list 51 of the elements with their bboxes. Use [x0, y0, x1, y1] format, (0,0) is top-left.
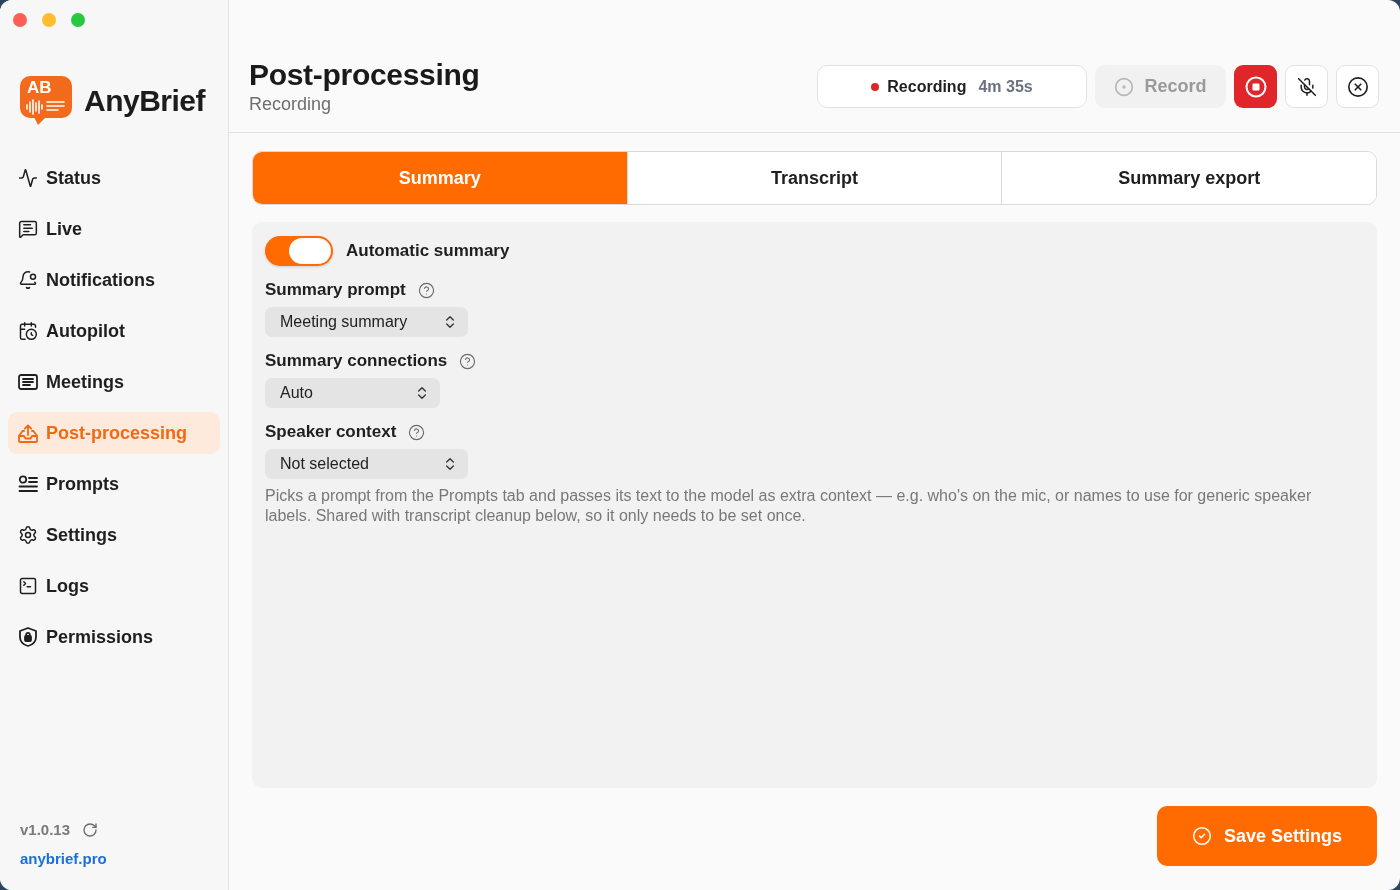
mic-off-icon	[1296, 76, 1317, 97]
page-title: Post-processing	[249, 57, 480, 93]
select-field[interactable]: Not selected	[265, 449, 468, 479]
settings-icon	[18, 525, 38, 545]
mute-button[interactable]	[1285, 65, 1328, 108]
app-logo-icon	[20, 76, 72, 125]
sidebar-item[interactable]: Live	[8, 208, 220, 250]
pulse-icon	[18, 168, 38, 188]
sidebar-item[interactable]: Permissions	[8, 616, 220, 658]
tab[interactable]: Summary export	[1001, 152, 1376, 204]
list-icon	[18, 374, 38, 390]
sidebar-item[interactable]: Settings	[8, 514, 220, 556]
terminal-icon	[18, 576, 38, 596]
website-link[interactable]: anybrief.pro	[20, 847, 107, 870]
shield-lock-icon	[19, 627, 37, 647]
close-icon	[1346, 75, 1369, 98]
field-label: Speaker context	[265, 421, 397, 444]
field-label: Summary connections	[265, 350, 448, 373]
toggle-label: Automatic summary	[346, 240, 510, 263]
chat-bubble-icon	[18, 219, 38, 239]
logo-lettering: AB	[27, 79, 52, 97]
help-icon[interactable]	[417, 281, 435, 299]
tray-upload-icon	[18, 423, 38, 443]
bell-icon	[18, 270, 38, 290]
elapsed-time: 4m 35s	[978, 76, 1033, 97]
stop-icon	[1244, 75, 1267, 98]
help-icon[interactable]	[408, 423, 426, 441]
record-icon	[1114, 76, 1135, 97]
version-label: v1.0.13	[20, 820, 71, 840]
calendar-clock-icon	[18, 321, 38, 341]
sidebar-item[interactable]: Meetings	[8, 361, 220, 403]
select-field[interactable]: Meeting summary	[265, 307, 468, 337]
brand-name: AnyBrief	[84, 82, 206, 119]
page-subtitle: Recording	[249, 93, 332, 115]
bullet-list-icon	[18, 475, 38, 493]
select-field[interactable]: Auto	[265, 378, 440, 408]
sidebar-item[interactable]: Notifications	[8, 259, 220, 301]
help-icon[interactable]	[459, 352, 477, 370]
check-circle-icon	[1191, 826, 1212, 846]
recording-label: Recording	[887, 76, 967, 97]
sidebar-item[interactable]: Logs	[8, 565, 220, 607]
sidebar-item[interactable]: Autopilot	[8, 310, 220, 352]
sidebar-item[interactable]: Prompts	[8, 463, 220, 505]
toggle-switch[interactable]	[265, 236, 333, 266]
help-text: Picks a prompt from the Prompts tab and passes its text to the model as extra context — e.g. who's on the mic, or names to use for generic speaker labels. Shared with transcript cleanup below, so it only needs to be set once.	[265, 486, 1313, 526]
sidebar-item[interactable]: Status	[8, 157, 220, 199]
close-button[interactable]	[1336, 65, 1379, 108]
refresh-icon[interactable]	[82, 822, 99, 839]
stop-button[interactable]	[1234, 65, 1277, 108]
close-window-button[interactable]	[13, 13, 27, 27]
field-label: Summary prompt	[265, 279, 406, 302]
